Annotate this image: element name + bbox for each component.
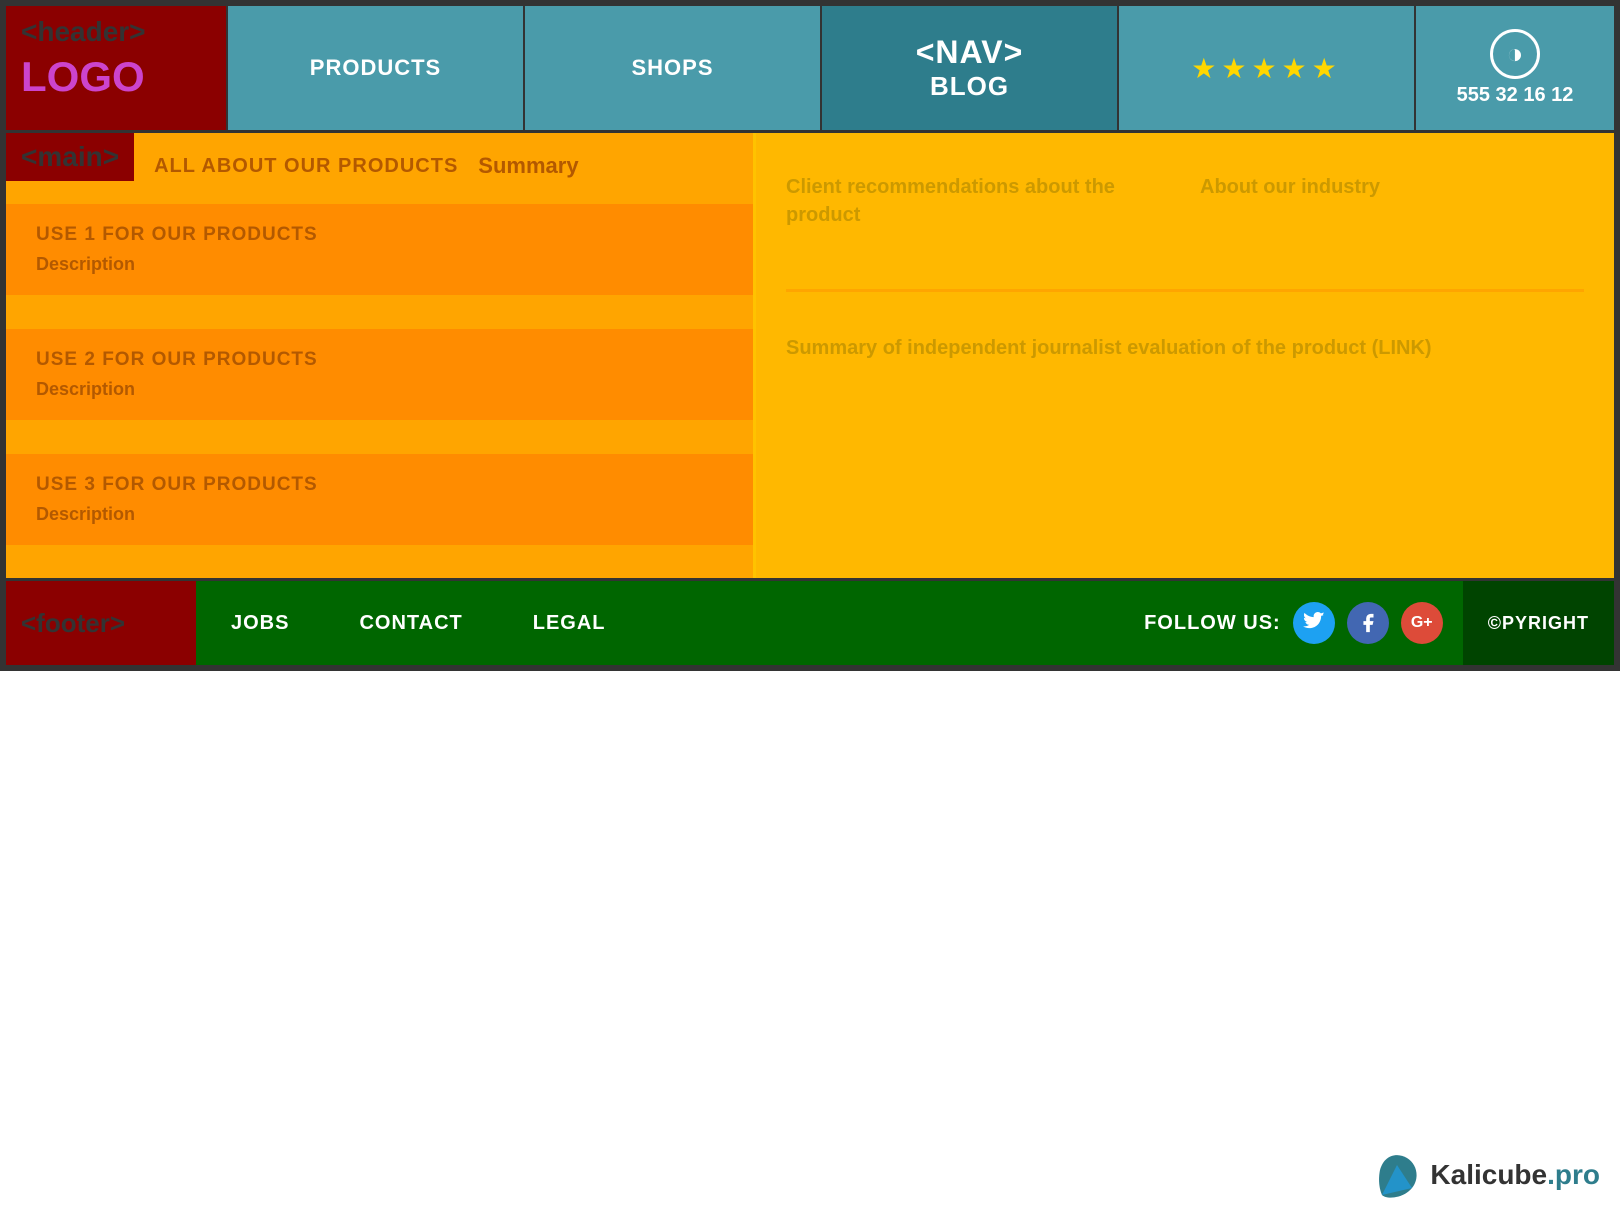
footer-social: FOLLOW US: G+ xyxy=(1124,581,1463,665)
header-tag: <header> xyxy=(21,16,211,48)
footer-legal[interactable]: LEGAL xyxy=(498,612,641,635)
all-about-title: ALL ABOUT OUR PRODUCTS xyxy=(154,155,458,178)
copyright-label: ©PYRIGHT xyxy=(1488,613,1589,634)
main-left: <main> ALL ABOUT OUR PRODUCTS Summary US… xyxy=(6,133,756,578)
kalicube-brand: Kalicube.pro xyxy=(1372,1150,1600,1200)
logo: LOGO xyxy=(21,53,211,101)
main-right: Client recommendations about the product… xyxy=(756,133,1614,578)
product-3-desc: Description xyxy=(36,504,723,525)
copyright: ©PYRIGHT xyxy=(1463,581,1614,665)
client-recommendations: Client recommendations about the product xyxy=(786,173,1170,229)
nav-tag: <nav> xyxy=(916,34,1024,71)
main-tag: <main> xyxy=(6,133,134,181)
nav-blog-label: BLOG xyxy=(930,71,1009,102)
product-1-desc: Description xyxy=(36,254,723,275)
phone-icon: ◑ xyxy=(1490,29,1540,79)
footer-jobs[interactable]: JOBS xyxy=(196,612,324,635)
product-section-3: USE 3 FOR OUR PRODUCTS Description xyxy=(6,454,753,545)
product-1-title: USE 1 FOR OUR PRODUCTS xyxy=(36,224,723,246)
product-2-title: USE 2 FOR OUR PRODUCTS xyxy=(36,349,723,371)
footer-contact[interactable]: CONTACT xyxy=(324,612,497,635)
about-industry-text: About our industry xyxy=(1200,173,1584,201)
stars-rating: ★★★★★ xyxy=(1117,6,1414,130)
journalist-eval-text: Summary of independent journalist evalua… xyxy=(786,332,1584,364)
header-label: <header> LOGO xyxy=(6,6,226,130)
footer-nav: JOBS CONTACT LEGAL xyxy=(196,581,641,665)
google-plus-icon[interactable]: G+ xyxy=(1401,602,1443,644)
nav-area: PRODUCTS SHOPS <nav> BLOG ★★★★★ ◑ 555 32… xyxy=(226,6,1614,130)
summary-label: Summary xyxy=(478,153,578,179)
product-section-2: USE 2 FOR OUR PRODUCTS Description xyxy=(6,329,753,420)
twitter-icon[interactable] xyxy=(1293,602,1335,644)
about-industry: About our industry xyxy=(1200,173,1584,229)
phone-number: 555 32 16 12 xyxy=(1457,84,1574,107)
nav-blog[interactable]: <nav> BLOG xyxy=(820,6,1117,130)
phone-area: ◑ 555 32 16 12 xyxy=(1414,6,1614,130)
product-section-1: USE 1 FOR OUR PRODUCTS Description xyxy=(6,204,753,295)
right-divider xyxy=(786,289,1584,292)
header: <header> LOGO PRODUCTS SHOPS <nav> BLOG … xyxy=(3,3,1617,133)
facebook-icon[interactable] xyxy=(1347,602,1389,644)
main: <main> ALL ABOUT OUR PRODUCTS Summary US… xyxy=(3,133,1617,578)
footer-spacer xyxy=(641,581,1125,665)
product-3-title: USE 3 FOR OUR PRODUCTS xyxy=(36,474,723,496)
right-top-section: Client recommendations about the product… xyxy=(786,153,1584,269)
right-bottom-section: Summary of independent journalist evalua… xyxy=(786,312,1584,384)
kalicube-name: Kalicube.pro xyxy=(1430,1159,1600,1191)
client-rec-text: Client recommendations about the product xyxy=(786,173,1170,229)
kalicube-logo-icon xyxy=(1372,1150,1422,1200)
footer-tag: <footer> xyxy=(6,581,196,665)
follow-us-label: FOLLOW US: xyxy=(1144,612,1281,635)
product-2-desc: Description xyxy=(36,379,723,400)
nav-products[interactable]: PRODUCTS xyxy=(226,6,523,130)
nav-shops[interactable]: SHOPS xyxy=(523,6,820,130)
footer: <footer> JOBS CONTACT LEGAL FOLLOW US: G… xyxy=(3,578,1617,668)
